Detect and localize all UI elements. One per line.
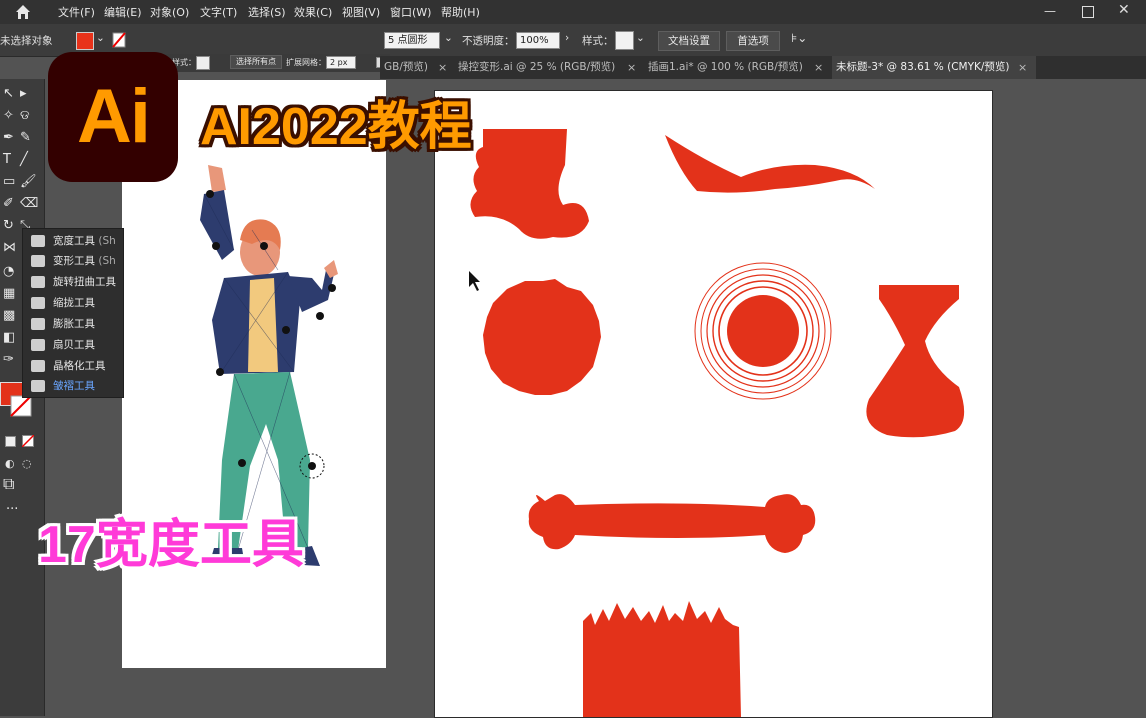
bloat-tool-icon: [31, 318, 45, 330]
tutorial-title: AI2022教程: [200, 98, 472, 156]
draw-mode-icon[interactable]: ◐: [5, 457, 15, 471]
twirl-tool-icon: [31, 276, 45, 288]
sub-style-swatch[interactable]: [196, 56, 210, 70]
direct-selection-icon[interactable]: ▸: [20, 87, 27, 101]
logo-text: Ai: [77, 74, 151, 159]
tab-close-icon[interactable]: ×: [438, 56, 447, 79]
close-icon[interactable]: ✕: [1118, 2, 1130, 18]
cursor-icon: [469, 271, 480, 291]
menu-type[interactable]: 文字(T): [200, 4, 237, 20]
flyout-item-wrinkle-tool[interactable]: 皱褶工具: [31, 376, 123, 397]
tab-close-icon[interactable]: ×: [814, 56, 823, 79]
brush-field[interactable]: 5 点圆形: [384, 32, 440, 49]
selection-status: 未选择对象: [0, 35, 53, 47]
pucker-tool-icon: [31, 297, 45, 309]
opacity-field[interactable]: 100%: [516, 32, 560, 49]
opacity-label: 不透明度：: [462, 35, 515, 47]
style-swatch[interactable]: [615, 31, 634, 50]
width-tool-icon: [31, 235, 45, 247]
menu-bar: 文件(F) 编辑(E) 对象(O) 文字(T) 选择(S) 效果(C) 视图(V…: [0, 0, 1146, 24]
style-label: 样式：: [582, 35, 614, 47]
select-all-points-button[interactable]: 选择所有点: [230, 55, 282, 69]
reshape-tools-flyout: 宽度工具 (Sh 变形工具 (Sh 旋转扭曲工具 缩拢工具 膨胀工具 扇贝工具 …: [22, 228, 124, 398]
flyout-item-scallop-tool[interactable]: 扇贝工具: [31, 335, 123, 356]
crystallize-tool-icon: [31, 360, 45, 372]
document-tabs: GB/预览) × 操控变形.ai @ 25 % (RGB/预览) × 插画1.a…: [380, 56, 1146, 79]
illustrator-logo: Ai: [48, 52, 178, 182]
screen-mode-icon[interactable]: ⧉: [3, 476, 14, 492]
rectangle-icon[interactable]: ▭: [3, 175, 15, 189]
doc-setup-button[interactable]: 文档设置: [658, 31, 720, 51]
expand-field[interactable]: 2 px: [326, 56, 356, 69]
shape-builder-icon[interactable]: ◔: [3, 265, 14, 279]
type-icon[interactable]: T: [3, 153, 11, 167]
tab-doc-0[interactable]: GB/预览): [380, 56, 446, 79]
menu-window[interactable]: 窗口(W): [390, 4, 431, 20]
tab-doc-2[interactable]: 插画1.ai* @ 100 % (RGB/预览): [648, 56, 808, 79]
eraser-icon[interactable]: ⌫: [20, 197, 38, 211]
wrinkle-tool-icon: [31, 380, 45, 392]
flyout-item-crystallize-tool[interactable]: 晶格化工具: [31, 356, 123, 377]
more-tools-icon[interactable]: ···: [6, 503, 18, 517]
menu-help[interactable]: 帮助(H): [441, 4, 480, 20]
warped-shape: [470, 129, 589, 239]
maximize-icon[interactable]: [1082, 6, 1094, 18]
chevron-right-icon[interactable]: ›: [565, 32, 569, 44]
lesson-title: 17宽度工具: [38, 516, 304, 574]
tab-close-icon[interactable]: ×: [627, 56, 636, 79]
menu-effect[interactable]: 效果(C): [294, 4, 332, 20]
crystallize-circle: [483, 279, 601, 395]
home-icon[interactable]: [14, 3, 32, 21]
selection-tool-icon[interactable]: ↖: [3, 87, 14, 101]
arrange-icon[interactable]: ⊧⌄: [791, 31, 807, 45]
chevron-down-icon[interactable]: ⌄: [444, 32, 453, 44]
chevron-down-icon[interactable]: ⌄: [96, 32, 105, 44]
pen-icon[interactable]: ✒: [3, 131, 14, 145]
wrinkle-shape: [583, 601, 741, 717]
menu-edit[interactable]: 编辑(E): [104, 4, 142, 20]
menu-select[interactable]: 选择(S): [248, 4, 286, 20]
flyout-item-warp-tool[interactable]: 变形工具 (Sh: [31, 251, 123, 272]
tab-doc-3[interactable]: 未标题-3* @ 83.61 % (CMYK/预览): [832, 56, 1036, 79]
stroke-none-icon[interactable]: [112, 32, 126, 48]
gradient-icon[interactable]: ◧: [3, 331, 15, 345]
perspective-icon[interactable]: ▦: [3, 287, 15, 301]
lasso-icon[interactable]: ଡ: [20, 109, 30, 123]
warp-tool-icon: [31, 255, 45, 267]
tab-doc-1[interactable]: 操控变形.ai @ 25 % (RGB/预览): [458, 56, 624, 79]
magic-wand-icon[interactable]: ✧: [3, 109, 14, 123]
minimize-icon[interactable]: —: [1044, 4, 1056, 18]
flyout-item-bloat-tool[interactable]: 膨胀工具: [31, 314, 123, 335]
bone-shape: [528, 494, 816, 553]
shaper-icon[interactable]: ✐: [3, 197, 14, 211]
none-mode-icon[interactable]: [22, 435, 34, 447]
eyedropper-icon[interactable]: ✑: [3, 353, 14, 367]
mesh-icon[interactable]: ▩: [3, 309, 15, 323]
width-stroke-shape: [665, 135, 875, 193]
scallop-tool-icon: [31, 339, 45, 351]
rotate-icon[interactable]: ↻: [3, 219, 14, 233]
paintbrush-icon[interactable]: 🖌: [20, 175, 37, 189]
fill-swatch[interactable]: [76, 32, 94, 50]
expand-label: 扩展网格：: [286, 58, 326, 67]
menu-file[interactable]: 文件(F): [58, 4, 95, 20]
flyout-item-width-tool[interactable]: 宽度工具 (Sh: [31, 231, 123, 252]
shapes-canvas: [469, 129, 965, 717]
draw-inside-icon[interactable]: ◌: [22, 457, 32, 471]
artboard-shapes: [434, 90, 993, 718]
color-mode-icon[interactable]: [5, 436, 16, 447]
stroke-color-swatch[interactable]: [10, 395, 32, 417]
chevron-down-icon[interactable]: ⌄: [636, 32, 645, 44]
tab-close-icon[interactable]: ×: [1018, 56, 1027, 79]
width-tool-icon[interactable]: ⋈: [3, 241, 16, 255]
pucker-shape: [866, 285, 965, 438]
curvature-icon[interactable]: ✎: [20, 131, 31, 145]
width-tool-options: 样式： 选择所有点 扩展网格： 2 px: [160, 54, 390, 72]
flyout-item-twirl-tool[interactable]: 旋转扭曲工具: [31, 272, 123, 293]
preferences-button[interactable]: 首选项: [726, 31, 780, 51]
menu-view[interactable]: 视图(V): [342, 4, 380, 20]
line-icon[interactable]: ╱: [20, 153, 28, 167]
menu-object[interactable]: 对象(O): [150, 4, 189, 20]
flyout-item-pucker-tool[interactable]: 缩拢工具: [31, 293, 123, 314]
